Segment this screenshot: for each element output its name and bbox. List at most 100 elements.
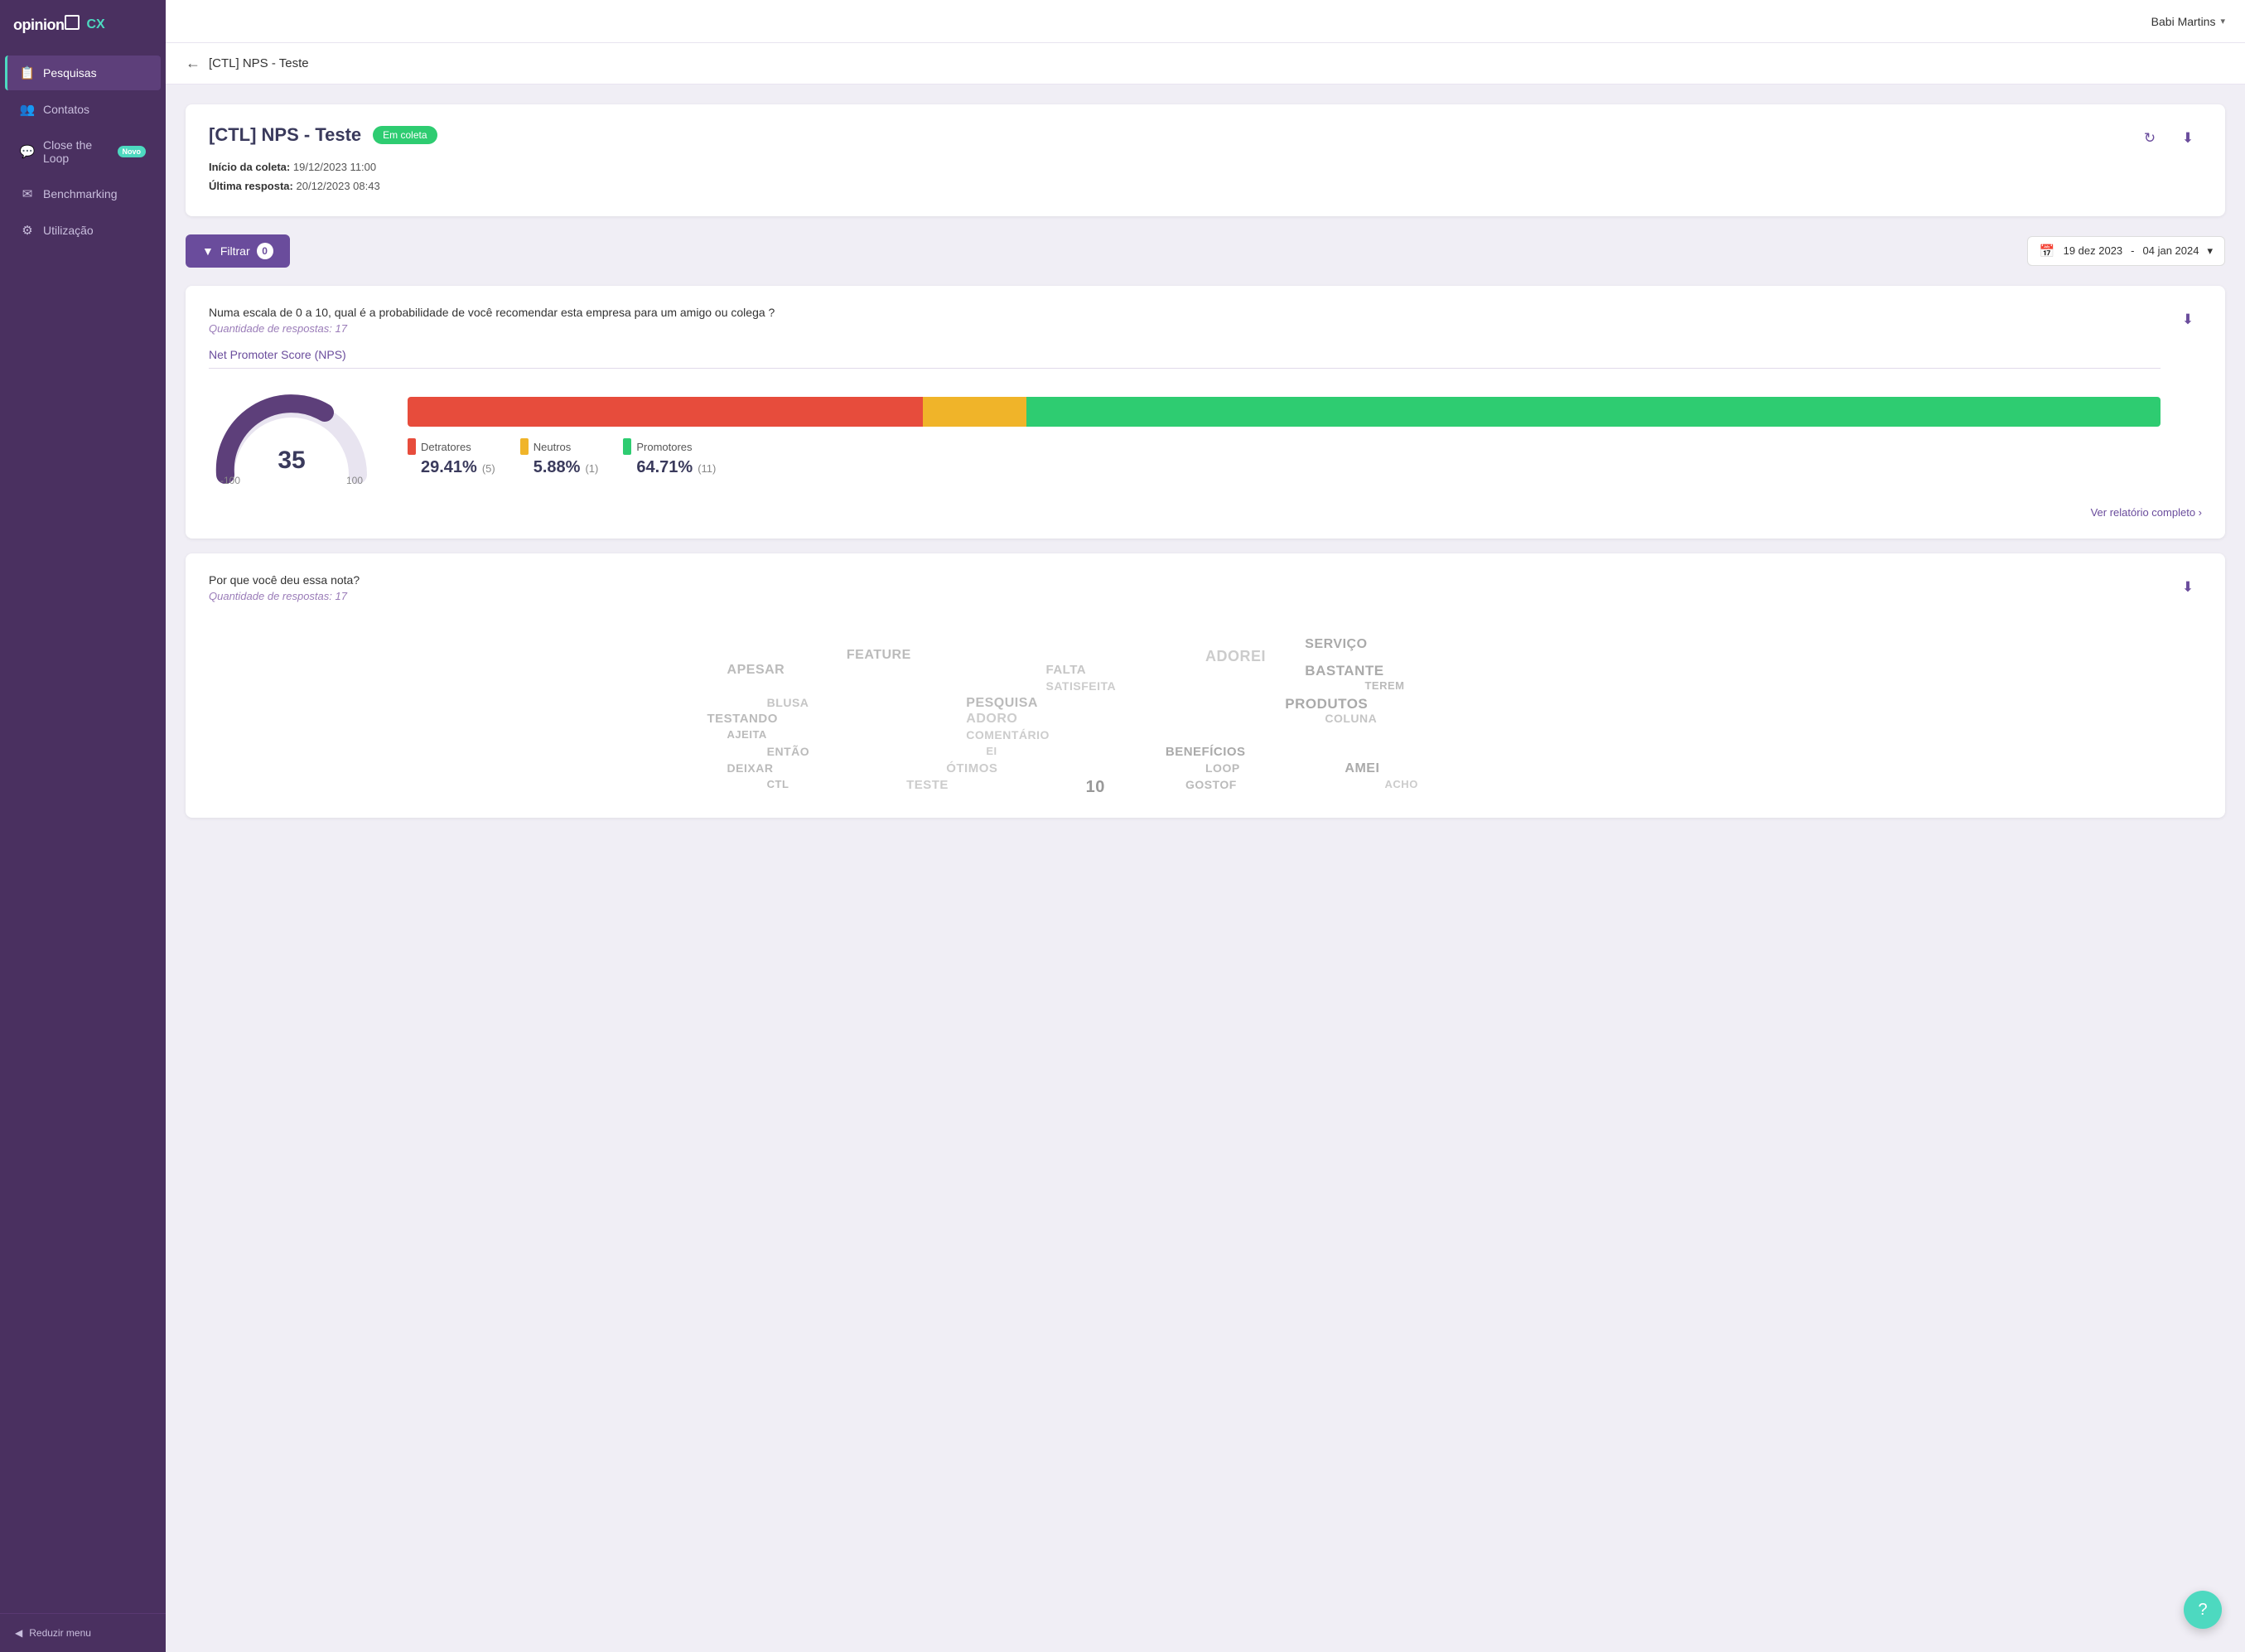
nps-legend: Detratores 29.41% (5) [408, 438, 2161, 477]
bar-neutral [923, 397, 1026, 427]
sidebar-item-utilizacao[interactable]: ⚙ Utilização [5, 213, 161, 248]
word-cloud-word: TESTE [906, 778, 949, 792]
wordcloud-download-button[interactable]: ⬇ [2174, 573, 2202, 601]
nps-download-icon: ⬇ [2182, 312, 2194, 328]
sidebar-item-label: Contatos [43, 103, 89, 116]
survey-title: [CTL] NPS - Teste [209, 124, 361, 146]
reduce-menu-button[interactable]: ◀ Reduzir menu [0, 1613, 166, 1652]
survey-inicio-value: 19/12/2023 11:00 [293, 161, 376, 173]
reduce-menu-label: Reduzir menu [29, 1627, 91, 1639]
download-button[interactable]: ⬇ [2174, 124, 2202, 152]
promoter-label: Promotores [636, 441, 692, 453]
word-cloud-word: ACHO [1385, 778, 1418, 790]
download-icon: ⬇ [2182, 130, 2194, 147]
reduce-menu-icon: ◀ [15, 1627, 22, 1639]
sidebar-item-contatos[interactable]: 👥 Contatos [5, 92, 161, 127]
sidebar-item-label: Close the Loop [43, 138, 106, 165]
sidebar-item-label: Benchmarking [43, 187, 118, 200]
filter-button[interactable]: ▼ Filtrar 0 [186, 234, 290, 268]
word-cloud-word: ADOREI [1205, 648, 1266, 665]
survey-title-row: [CTL] NPS - Teste Em coleta [209, 124, 437, 146]
view-full-report-link[interactable]: Ver relatório completo › [209, 506, 2202, 519]
pesquisas-icon: 📋 [20, 65, 35, 80]
user-menu[interactable]: Babi Martins ▾ [2151, 15, 2225, 28]
word-cloud-word: AMEI [1345, 761, 1379, 776]
sidebar-item-benchmarking[interactable]: ✉ Benchmarking [5, 176, 161, 211]
sidebar-item-label: Utilização [43, 224, 94, 237]
filter-count: 0 [257, 243, 273, 259]
benchmarking-icon: ✉ [20, 186, 35, 201]
gauge-min: -100 [220, 475, 240, 486]
word-cloud-word: PRODUTOS [1285, 696, 1368, 712]
nps-gauge: 35 -100 100 [209, 384, 374, 491]
user-name: Babi Martins [2151, 15, 2216, 28]
word-cloud-word: SERVIÇO [1305, 637, 1367, 652]
detrator-pct: 29.41% [421, 458, 477, 477]
bar-promoter [1026, 397, 2161, 427]
sidebar-item-close-the-loop[interactable]: 💬 Close the Loop Novo [5, 128, 161, 175]
back-button[interactable]: ← [186, 55, 200, 72]
word-cloud-word: BENEFÍCIOS [1166, 745, 1246, 759]
legend-detratores: Detratores 29.41% (5) [408, 438, 495, 477]
word-cloud-word: EI [986, 745, 997, 757]
help-fab[interactable]: ? [2184, 1591, 2222, 1629]
word-cloud-word: APESAR [727, 663, 785, 678]
neutral-dot [520, 438, 529, 455]
logo-cx: CX [86, 17, 104, 32]
filter-icon: ▼ [202, 244, 214, 258]
legend-promotores: Promotores 64.71% (11) [623, 438, 716, 477]
word-cloud-word: COLUNA [1325, 712, 1377, 725]
survey-inicio: Início da coleta: 19/12/2023 11:00 [209, 157, 437, 176]
word-cloud: SERVIÇOFEATUREADOREIAPESARFALTABASTANTES… [209, 616, 2202, 798]
date-chevron: ▾ [2207, 244, 2213, 258]
survey-header-card: [CTL] NPS - Teste Em coleta Início da co… [186, 104, 2225, 216]
breadcrumb-title: [CTL] NPS - Teste [209, 56, 309, 70]
nps-response-count: Quantidade de respostas: 17 [209, 322, 2161, 335]
sidebar-nav: 📋 Pesquisas 👥 Contatos 💬 Close the Loop … [0, 49, 166, 1613]
word-cloud-word: ADORO [966, 712, 1017, 727]
breadcrumb-bar: ← [CTL] NPS - Teste [166, 43, 2245, 85]
neutral-label: Neutros [533, 441, 572, 453]
word-cloud-word: GOSTOF [1185, 778, 1237, 791]
nps-download-button[interactable]: ⬇ [2174, 306, 2202, 334]
contatos-icon: 👥 [20, 102, 35, 117]
survey-meta: Início da coleta: 19/12/2023 11:00 Últim… [209, 157, 437, 196]
logo: opinion CX [0, 0, 166, 49]
wordcloud-card: Por que você deu essa nota? Quantidade d… [186, 553, 2225, 818]
word-cloud-word: COMENTÁRIO [966, 728, 1050, 741]
detrator-label: Detratores [421, 441, 471, 453]
nps-card: Numa escala de 0 a 10, qual é a probabil… [186, 286, 2225, 539]
page-content: [CTL] NPS - Teste Em coleta Início da co… [166, 85, 2245, 838]
nps-stacked-bar [408, 397, 2161, 427]
survey-ultima-value: 20/12/2023 08:43 [297, 180, 380, 192]
date-range-picker[interactable]: 📅 19 dez 2023 - 04 jan 2024 ▾ [2027, 236, 2225, 266]
refresh-button[interactable]: ↻ [2136, 124, 2164, 152]
main-content: Babi Martins ▾ ← [CTL] NPS - Teste [CTL]… [166, 0, 2245, 1652]
refresh-icon: ↻ [2144, 130, 2156, 147]
wordcloud-response-count: Quantidade de respostas: 17 [209, 590, 2174, 602]
legend-neutros: Neutros 5.88% (1) [520, 438, 599, 477]
wordcloud-question: Por que você deu essa nota? [209, 573, 2174, 587]
filter-bar: ▼ Filtrar 0 📅 19 dez 2023 - 04 jan 2024 … [186, 234, 2225, 268]
sidebar-item-label: Pesquisas [43, 66, 97, 80]
nps-label: Net Promoter Score (NPS) [209, 348, 2161, 369]
gauge-max: 100 [346, 475, 363, 486]
date-start: 19 dez 2023 [2064, 244, 2123, 257]
status-badge: Em coleta [373, 126, 437, 144]
topbar: Babi Martins ▾ [166, 0, 2245, 43]
neutro-count: (1) [585, 462, 598, 475]
survey-info: [CTL] NPS - Teste Em coleta Início da co… [209, 124, 437, 196]
word-cloud-word: TEREM [1364, 679, 1404, 692]
word-cloud-word: PESQUISA [966, 696, 1038, 711]
word-cloud-word: 10 [1086, 778, 1105, 797]
word-cloud-word: BASTANTE [1305, 663, 1383, 679]
close-the-loop-icon: 💬 [20, 144, 35, 159]
date-end: 04 jan 2024 [2143, 244, 2199, 257]
promoter-pct: 64.71% [636, 458, 693, 477]
detrator-dot [408, 438, 416, 455]
neutro-pct: 5.88% [533, 458, 581, 477]
word-cloud-word: CTL [767, 778, 789, 790]
sidebar-item-pesquisas[interactable]: 📋 Pesquisas [5, 56, 161, 90]
back-icon: ← [186, 55, 200, 72]
word-cloud-word: LOOP [1205, 761, 1240, 775]
